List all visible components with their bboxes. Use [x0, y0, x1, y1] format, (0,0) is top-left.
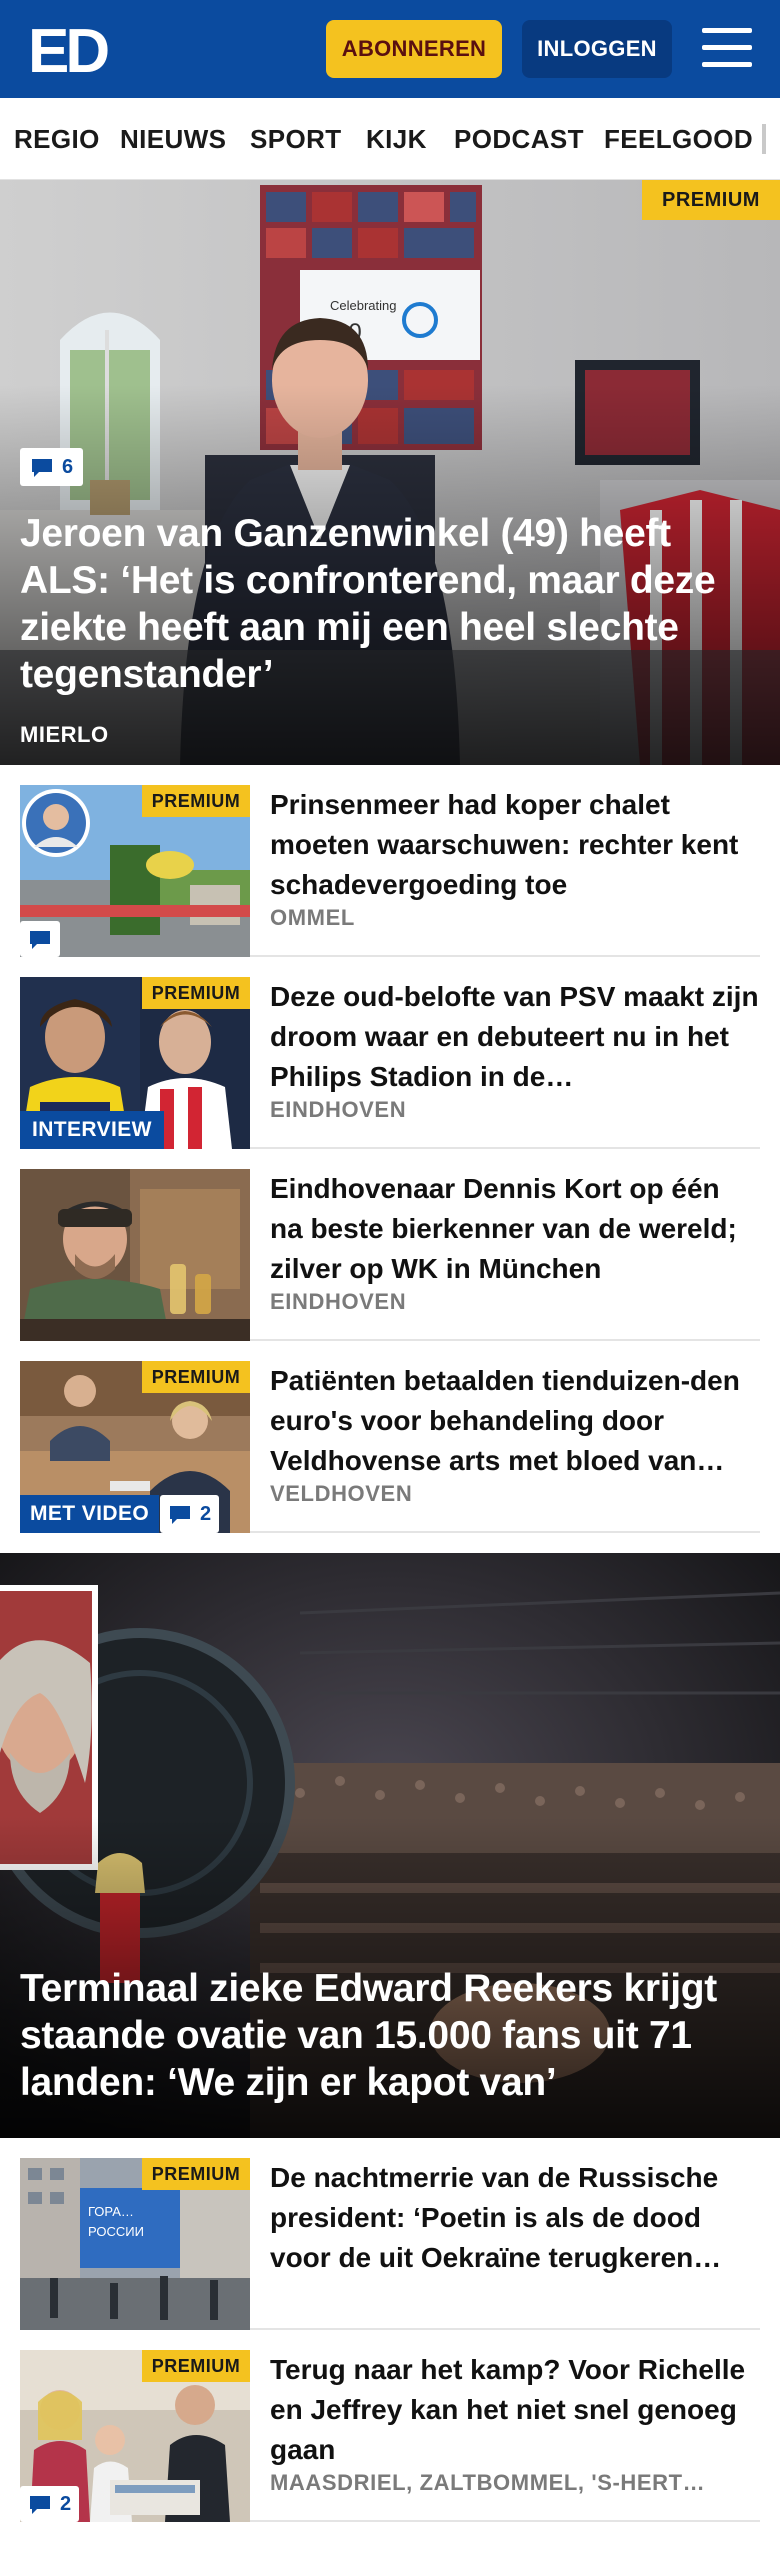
article-item[interactable]: PREMIUM MET VIDEO 2 Patiënten betaalden …: [20, 1361, 760, 1533]
hero-headline[interactable]: Jeroen van Ganzenwinkel (49) heeft ALS: …: [20, 510, 760, 698]
subscribe-button[interactable]: ABONNEREN: [326, 20, 502, 78]
article-item[interactable]: PREMIUM INTERVIEW Deze oud-belofte van P…: [20, 977, 760, 1149]
article-headline[interactable]: Terug naar het kamp? Voor Richelle en Je…: [270, 2350, 760, 2470]
comment-icon: [28, 929, 52, 949]
video-tag: MET VIDEO: [20, 1495, 160, 1533]
comment-count[interactable]: 6: [20, 448, 84, 486]
top-bar: ED ABONNEREN INLOGGEN: [0, 0, 780, 98]
article-location: OMMEL: [270, 905, 355, 930]
article-headline[interactable]: Patiënten betaalden tienduizen-den euro'…: [270, 1361, 760, 1481]
comment-count-value: 6: [62, 455, 74, 478]
comment-icon: [28, 2494, 52, 2514]
nav-item-kijk[interactable]: KIJK: [366, 98, 427, 179]
article-thumbnail: PREMIUM INTERVIEW: [20, 977, 250, 1149]
nav-item-feelgood[interactable]: FEELGOOD: [604, 98, 753, 179]
article-item[interactable]: Eindhovenaar Dennis Kort op één na beste…: [20, 1169, 760, 1341]
video-hero-headline[interactable]: Terminaal zieke Edward Reekers krijgt st…: [20, 1965, 760, 2106]
premium-badge: PREMIUM: [142, 1361, 250, 1393]
hero-article[interactable]: Celebrating 10 PREMIUM 6 Jeroen van Ganz…: [0, 180, 780, 765]
premium-badge: PREMIUM: [142, 2350, 250, 2382]
nav-item-sport[interactable]: SPORT: [250, 98, 342, 179]
nav-item-regio[interactable]: REGIO: [14, 98, 100, 179]
comment-count-value: 2: [60, 2492, 72, 2515]
article-thumbnail: [20, 1169, 250, 1341]
svg-text:ED: ED: [28, 18, 108, 80]
article-headline[interactable]: Prinsenmeer had koper chalet moeten waar…: [270, 785, 760, 905]
article-headline[interactable]: Deze oud-belofte van PSV maakt zijn droo…: [270, 977, 760, 1097]
nav-overflow-indicator: [762, 124, 766, 154]
login-button[interactable]: INLOGGEN: [522, 20, 672, 78]
article-headline[interactable]: Eindhovenaar Dennis Kort op één na beste…: [270, 1169, 760, 1289]
article-item[interactable]: PREMIUM Prinsenmeer had koper chalet moe…: [20, 785, 760, 957]
premium-badge: PREMIUM: [142, 977, 250, 1009]
nav-item-nieuws[interactable]: NIEUWS: [120, 98, 226, 179]
hero-location: MIERLO: [20, 722, 109, 747]
comment-count[interactable]: [20, 921, 60, 957]
svg-text:ГОРА…: ГОРА…: [88, 2204, 134, 2219]
article-location: MAASDRIEL, ZALTBOMMEL, 'S-HERT…: [270, 2470, 706, 2495]
premium-badge: PREMIUM: [142, 2158, 250, 2190]
interview-tag: INTERVIEW: [20, 1111, 164, 1149]
premium-badge: PREMIUM: [142, 785, 250, 817]
svg-text:РОССИИ: РОССИИ: [88, 2224, 144, 2239]
article-location: VELDHOVEN: [270, 1481, 413, 1506]
article-location: EINDHOVEN: [270, 1097, 407, 1122]
article-thumbnail: PREMIUM 2: [20, 2350, 250, 2522]
menu-icon[interactable]: [700, 26, 754, 70]
article-headline[interactable]: De nachtmerrie van de Russische presiden…: [270, 2158, 760, 2278]
ed-logo[interactable]: ED: [26, 18, 118, 80]
article-thumbnail: PREMIUM: [20, 785, 250, 957]
premium-badge: PREMIUM: [642, 180, 780, 220]
comment-icon: [30, 457, 54, 477]
video-hero-article[interactable]: Terminaal zieke Edward Reekers krijgt st…: [0, 1553, 780, 2138]
article-thumbnail: ГОРА… РОССИИ PREMIUM: [20, 2158, 250, 2330]
comment-count[interactable]: 2: [160, 1495, 220, 1533]
comment-icon: [168, 1504, 192, 1524]
nav-item-podcast[interactable]: PODCAST: [454, 98, 584, 179]
article-thumbnail: PREMIUM MET VIDEO 2: [20, 1361, 250, 1533]
article-item[interactable]: ГОРА… РОССИИ PREMIUM De nachtmerrie van …: [20, 2158, 760, 2330]
section-nav: REGIO NIEUWS SPORT KIJK PODCAST FEELGOOD: [0, 98, 780, 180]
article-location: EINDHOVEN: [270, 1289, 407, 1314]
article-item[interactable]: PREMIUM 2 Terug naar het kamp? Voor Rich…: [20, 2350, 760, 2522]
comment-count[interactable]: 2: [20, 2486, 80, 2522]
comment-count-value: 2: [200, 1502, 212, 1525]
